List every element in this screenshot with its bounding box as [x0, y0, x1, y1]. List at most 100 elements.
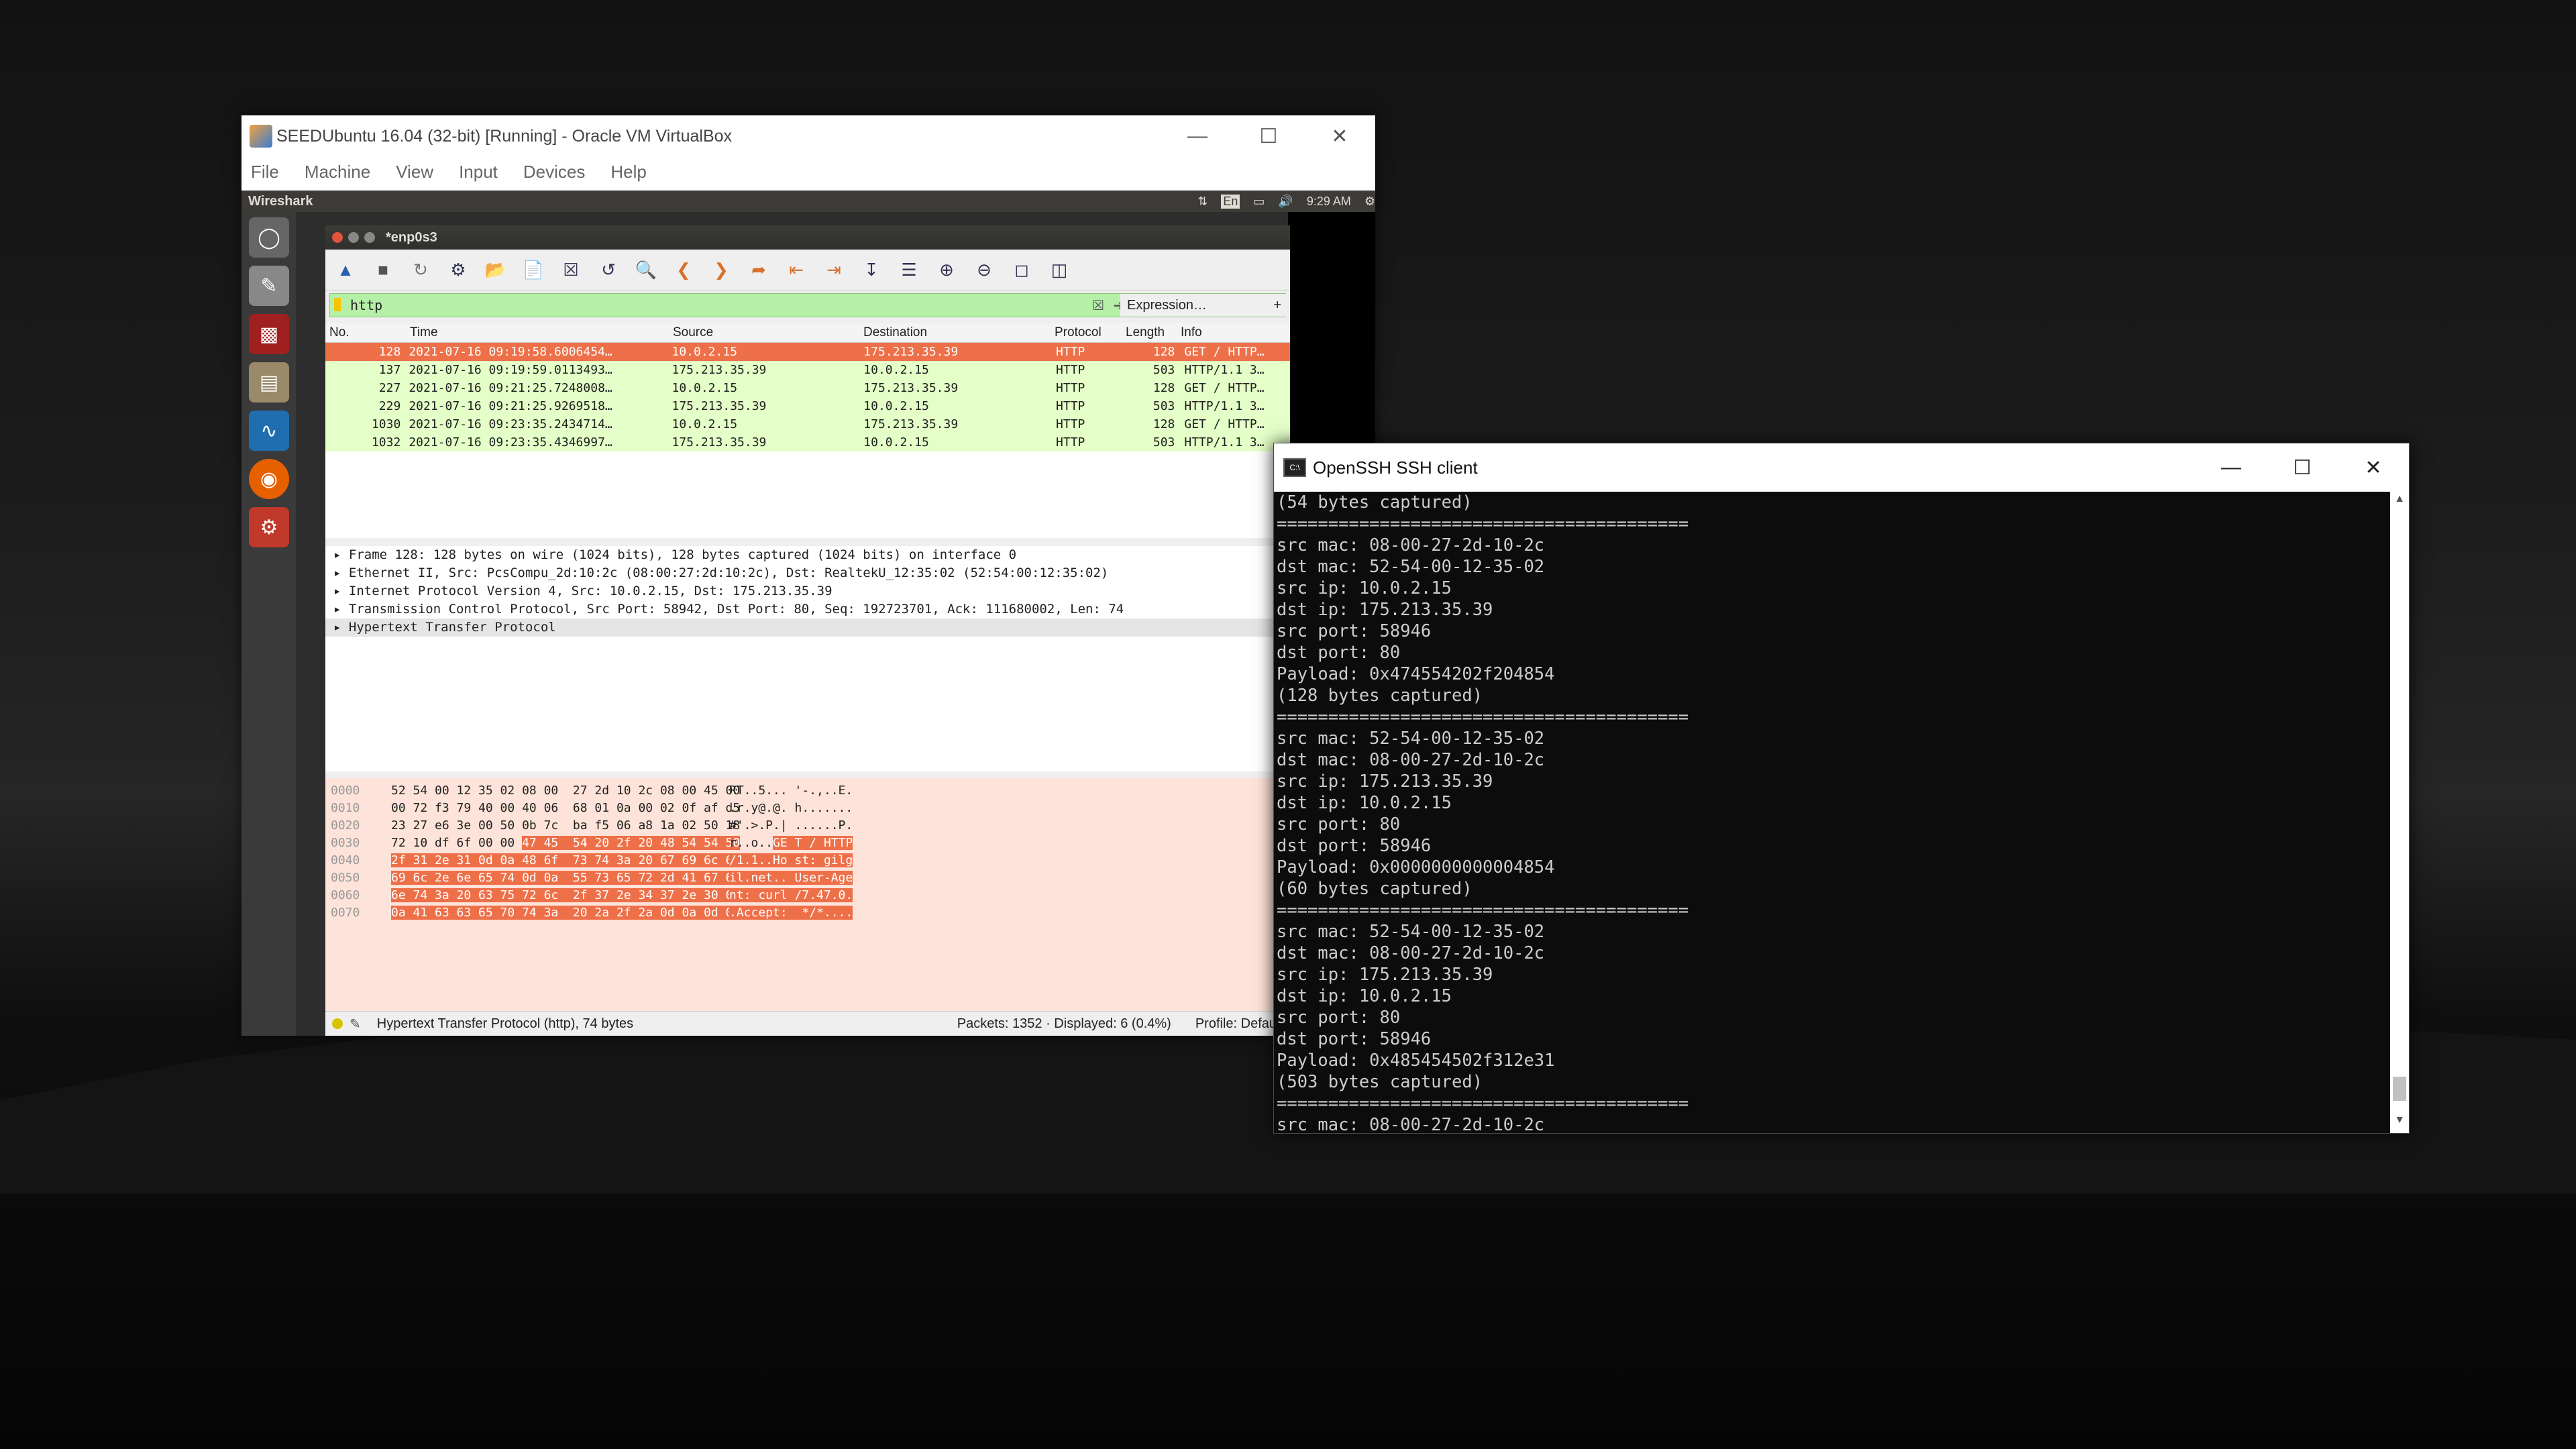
hex-line[interactable]: 0000 52 54 00 12 35 02 08 00 27 2d 10 2c … [325, 782, 1290, 800]
console-line: dst mac: 08-00-27-2d-10-2c [1277, 750, 1545, 770]
hex-bytes-highlighted: 47 45 54 20 2f 20 48 54 54 50 [522, 836, 741, 850]
virtualbox-icon [250, 125, 272, 148]
column-time[interactable]: Time [406, 325, 669, 340]
packet-row[interactable]: 1032 2021-07-16 09:23:35.4346997… 175.213.… [325, 433, 1290, 451]
column-no[interactable]: No. [325, 325, 406, 340]
clock[interactable]: 9:29 AM [1307, 195, 1351, 209]
dash-home-icon[interactable]: ◯ [249, 217, 289, 258]
detail-ethernet[interactable]: ▸ Ethernet II, Src: PcsCompu_2d:10:2c (0… [325, 564, 1290, 582]
column-protocol[interactable]: Protocol [1051, 325, 1123, 340]
start-capture-icon[interactable]: ▲ [335, 259, 356, 280]
hex-ascii-highlighted: /1.1..Ho st: gilg [729, 853, 853, 867]
wireshark-launcher-icon[interactable]: ∿ [249, 411, 289, 451]
colorize-icon[interactable]: ☰ [898, 259, 920, 280]
detail-http[interactable]: ▸ Hypertext Transfer Protocol [325, 619, 1290, 637]
detail-tcp[interactable]: ▸ Transmission Control Protocol, Src Por… [325, 600, 1290, 619]
column-source[interactable]: Source [669, 325, 859, 340]
ssh-close-icon[interactable]: ✕ [2338, 443, 2409, 492]
firefox-icon[interactable]: ◉ [249, 459, 289, 499]
settings-gear-icon[interactable]: ⚙ [1364, 195, 1375, 209]
battery-icon[interactable]: ▭ [1253, 195, 1265, 209]
packet-time: 2021-07-16 09:23:35.2434714… [409, 417, 612, 431]
capture-options-icon[interactable]: ⚙ [447, 259, 469, 280]
zoom-in-icon[interactable]: ⊕ [936, 259, 957, 280]
scroll-down-icon[interactable]: ▼ [2390, 1114, 2409, 1132]
ssh-minimize-icon[interactable]: — [2196, 443, 2267, 492]
packet-info: HTTP/1.1 3… [1184, 363, 1265, 377]
detail-ip[interactable]: ▸ Internet Protocol Version 4, Src: 10.0… [325, 582, 1290, 600]
packet-row[interactable]: 137 2021-07-16 09:19:59.0113493… 175.213.3… [325, 361, 1290, 379]
menu-file[interactable]: File [251, 162, 279, 182]
status-profile[interactable]: Profile: Default [1195, 1016, 1283, 1032]
go-to-packet-icon[interactable]: ➦ [748, 259, 769, 280]
resize-columns-icon[interactable]: ◫ [1049, 259, 1070, 280]
minimize-icon[interactable]: — [1162, 115, 1233, 157]
menu-machine[interactable]: Machine [305, 162, 370, 182]
expression-button[interactable]: Expression… [1127, 298, 1207, 313]
ssh-maximize-icon[interactable]: ☐ [2267, 443, 2338, 492]
menu-help[interactable]: Help [610, 162, 646, 182]
zoom-out-icon[interactable]: ⊖ [973, 259, 995, 280]
scroll-up-icon[interactable]: ▲ [2390, 493, 2409, 511]
go-forward-icon[interactable]: ❯ [710, 259, 732, 280]
packet-row[interactable]: 128 2021-07-16 09:19:58.6006454… 10.0.2.15… [325, 343, 1290, 361]
column-destination[interactable]: Destination [859, 325, 1051, 340]
detail-frame[interactable]: ▸ Frame 128: 128 bytes on wire (1024 bit… [325, 546, 1290, 564]
last-packet-icon[interactable]: ⇥ [823, 259, 845, 280]
network-icon[interactable]: ⇅ [1197, 195, 1208, 209]
packet-row[interactable]: 229 2021-07-16 09:21:25.9269518… 175.213.3… [325, 397, 1290, 415]
packet-row[interactable]: 1030 2021-07-16 09:23:35.2434714… 10.0.2.1… [325, 415, 1290, 433]
console-line: src port: 80 [1277, 814, 1401, 835]
close-file-icon[interactable]: ☒ [560, 259, 582, 280]
system-settings-icon[interactable]: ⚙ [249, 507, 289, 547]
bookmark-icon[interactable] [334, 298, 341, 311]
autoscroll-icon[interactable]: ↧ [861, 259, 882, 280]
menu-view[interactable]: View [396, 162, 433, 182]
maximize-icon[interactable]: ☐ [1233, 115, 1304, 157]
restart-capture-icon[interactable]: ↻ [410, 259, 431, 280]
packet-no: 128 [378, 345, 401, 359]
clear-filter-icon[interactable]: ☒ [1092, 297, 1104, 314]
volume-icon[interactable]: 🔊 [1278, 195, 1293, 209]
text-editor-icon[interactable]: ✎ [249, 266, 289, 306]
packet-time: 2021-07-16 09:19:58.6006454… [409, 345, 612, 359]
menu-input[interactable]: Input [459, 162, 498, 182]
scroll-thumb[interactable] [2393, 1077, 2406, 1101]
packet-length: 503 [1152, 435, 1175, 449]
close-icon[interactable]: ✕ [1304, 115, 1375, 157]
hex-line[interactable]: 0040 2f 31 2e 31 0d 0a 48 6f 73 74 3a 20 … [325, 852, 1290, 869]
column-length[interactable]: Length [1123, 325, 1177, 340]
hex-line[interactable]: 0070 0a 41 63 63 65 70 74 3a 20 2a 2f 2a … [325, 904, 1290, 922]
column-info[interactable]: Info [1177, 325, 1284, 340]
stop-capture-icon[interactable]: ■ [372, 259, 394, 280]
wireshark-minimize-icon[interactable] [348, 232, 359, 243]
wireshark-maximize-icon[interactable] [364, 232, 375, 243]
hex-line[interactable]: 0030 72 10 df 6f 00 00 47 45 54 20 2f 20 … [325, 835, 1290, 852]
display-filter-bar[interactable]: http ☒ ➜ Expression… + [329, 293, 1288, 317]
hex-line[interactable]: 0020 23 27 e6 3e 00 50 0b 7c ba f5 06 a8 … [325, 817, 1290, 835]
normal-size-icon[interactable]: ◻ [1011, 259, 1032, 280]
files-icon[interactable]: ▤ [249, 362, 289, 402]
packet-row[interactable]: 227 2021-07-16 09:21:25.7248008… 10.0.2.15… [325, 379, 1290, 397]
ssh-console-output[interactable]: (54 bytes captured) =====================… [1274, 492, 2389, 1133]
add-filter-button-icon[interactable]: + [1273, 298, 1281, 313]
expert-info-icon[interactable] [332, 1018, 343, 1029]
terminal-icon[interactable]: ▩ [249, 314, 289, 354]
hex-line[interactable]: 0060 6e 74 3a 20 63 75 72 6c 2f 37 2e 34 … [325, 887, 1290, 904]
save-file-icon[interactable]: 📄 [523, 259, 544, 280]
find-packet-icon[interactable]: 🔍 [635, 259, 657, 280]
go-back-icon[interactable]: ❮ [673, 259, 694, 280]
reload-file-icon[interactable]: ↺ [598, 259, 619, 280]
ssh-scrollbar[interactable]: ▲ ▼ [2390, 492, 2409, 1133]
capture-comment-icon[interactable]: ✎ [350, 1016, 361, 1032]
hex-bytes-highlighted: 2f 31 2e 31 0d 0a 48 6f 73 74 3a 20 67 6… [391, 853, 741, 867]
wireshark-close-icon[interactable] [332, 232, 343, 243]
menu-devices[interactable]: Devices [523, 162, 585, 182]
open-file-icon[interactable]: 📂 [485, 259, 506, 280]
hex-line[interactable]: 0050 69 6c 2e 6e 65 74 0d 0a 55 73 65 72 … [325, 869, 1290, 887]
console-line: ======================================== [1277, 514, 1689, 534]
hex-line[interactable]: 0010 00 72 f3 79 40 00 40 06 68 01 0a 00 … [325, 800, 1290, 817]
hex-bytes-highlighted: 0a 41 63 63 65 70 74 3a 20 2a 2f 2a 0d 0… [391, 906, 741, 920]
first-packet-icon[interactable]: ⇤ [786, 259, 807, 280]
keyboard-lang[interactable]: En [1221, 194, 1240, 209]
